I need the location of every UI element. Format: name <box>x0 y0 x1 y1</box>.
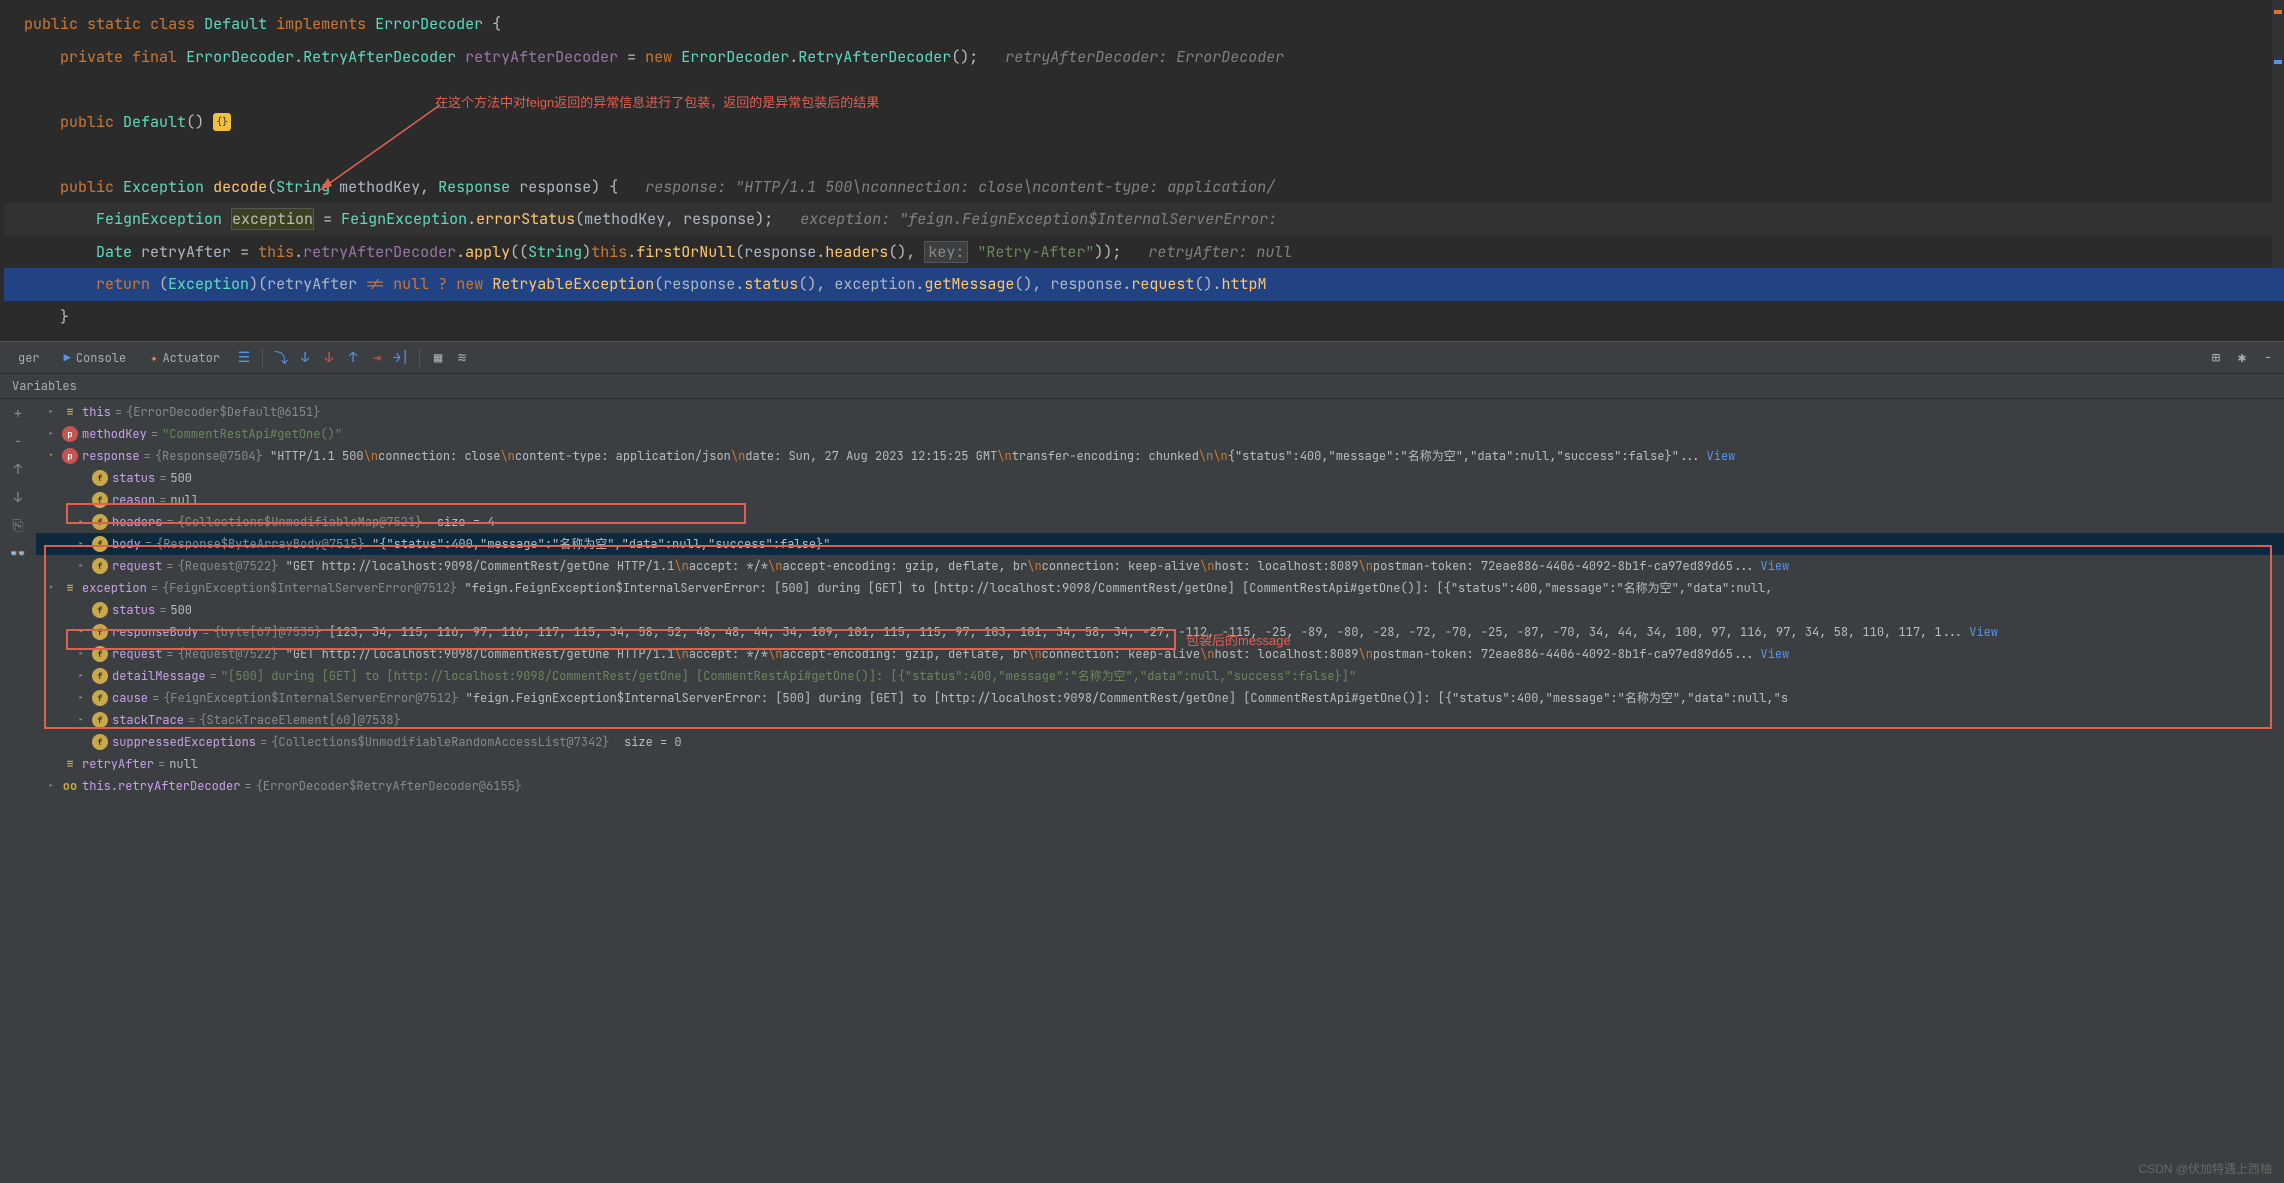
force-step-into-icon[interactable]: ↓ <box>319 348 339 368</box>
var-request2[interactable]: ▸frequest={Request@7522} "GET http://loc… <box>36 643 2284 665</box>
annotation-wrap-message: 在这个方法中对feign返回的异常信息进行了包装，返回的是异常包装后的结果 <box>435 92 879 111</box>
remove-icon[interactable]: − <box>7 431 29 453</box>
down-icon[interactable]: ↓ <box>7 487 29 509</box>
kw-class: class <box>150 14 195 34</box>
var-methodkey[interactable]: ▸pmethodKey="CommentRestApi#getOne()" <box>36 423 2284 445</box>
tab-debugger[interactable]: ger <box>8 346 50 370</box>
debug-left-gutter: + − ↑ ↓ ⎘ 👓 <box>0 399 36 1183</box>
param-hint-key: key: <box>924 241 968 263</box>
kw-public: public <box>24 14 78 34</box>
var-detailmessage[interactable]: ▸fdetailMessage="[500] during [GET] to [… <box>36 665 2284 687</box>
trace-icon[interactable]: ≋ <box>452 348 472 368</box>
gutter-icon[interactable]: {} <box>213 113 231 131</box>
var-exception[interactable]: ▾≡exception={FeignException$InternalServ… <box>36 577 2284 599</box>
variables-header: Variables <box>0 374 2284 399</box>
debug-toolbar: ger ▶Console ✦Actuator ☰ ⤵ ↓ ↓ ↑ ⇥ →| ▦ … <box>0 342 2284 374</box>
copy-icon[interactable]: ⎘ <box>7 515 29 537</box>
var-status[interactable]: fstatus=500 <box>36 467 2284 489</box>
annotation-arrow <box>300 100 450 200</box>
tab-actuator[interactable]: ✦Actuator <box>140 346 230 370</box>
layout-icon[interactable]: ⊞ <box>2206 348 2226 368</box>
annotation-wrapped-message: 包装后的message <box>1186 630 1291 649</box>
var-suppressed[interactable]: fsuppressedExceptions={Collections$Unmod… <box>36 731 2284 753</box>
var-this[interactable]: ▸≡this={ErrorDecoder$Default@6151} <box>36 401 2284 423</box>
var-responsebody[interactable]: ▸fresponseBody={byte[67]@7535} [123, 34,… <box>36 621 2284 643</box>
watermark: CSDN @伏加特遇上西柚 <box>2138 1160 2272 1177</box>
step-over-icon[interactable]: ⤵ <box>271 348 291 368</box>
minimize-icon[interactable]: − <box>2258 348 2278 368</box>
evaluate-icon[interactable]: ▦ <box>428 348 448 368</box>
kw-private: private <box>60 47 123 67</box>
var-headers[interactable]: ▸fheaders={Collections$UnmodifiableMap@7… <box>36 511 2284 533</box>
inline-hint: retryAfterDecoder: ErrorDecoder <box>1005 47 1284 67</box>
var-stacktrace[interactable]: ▸fstackTrace={StackTraceElement[60]@7538… <box>36 709 2284 731</box>
view-link[interactable]: View <box>1707 446 1736 466</box>
var-this-retry[interactable]: ▸oothis.retryAfterDecoder={ErrorDecoder$… <box>36 775 2284 797</box>
glasses-icon[interactable]: 👓 <box>7 543 29 565</box>
var-retryafter[interactable]: ≡retryAfter=null <box>36 753 2284 775</box>
type-default: Default <box>204 14 267 34</box>
kw-final: final <box>132 47 177 67</box>
settings-icon[interactable]: ✱ <box>2232 348 2252 368</box>
run-to-cursor-icon[interactable]: →| <box>391 348 411 368</box>
var-reason[interactable]: freason=null <box>36 489 2284 511</box>
method-decode: decode <box>213 177 267 197</box>
add-watch-icon[interactable]: + <box>7 403 29 425</box>
kw-static: static <box>87 14 141 34</box>
variables-tree[interactable]: ▸≡this={ErrorDecoder$Default@6151} ▸pmet… <box>36 399 2284 1183</box>
var-cause[interactable]: ▸fcause={FeignException$InternalServerEr… <box>36 687 2284 709</box>
kw-implements: implements <box>276 14 366 34</box>
var-body[interactable]: ▸fbody={Response$ByteArrayBody@7515} "{"… <box>36 533 2284 555</box>
up-icon[interactable]: ↑ <box>7 459 29 481</box>
var-request[interactable]: ▸frequest={Request@7522} "GET http://loc… <box>36 555 2284 577</box>
step-into-icon[interactable]: ↓ <box>295 348 315 368</box>
code-editor[interactable]: public static class Default implements E… <box>0 0 2284 341</box>
type-errordecoder: ErrorDecoder <box>375 14 483 34</box>
var-exception-highlight: exception <box>231 208 314 230</box>
debug-panel: ger ▶Console ✦Actuator ☰ ⤵ ↓ ↓ ↑ ⇥ →| ▦ … <box>0 341 2284 1183</box>
drop-frame-icon[interactable]: ⇥ <box>367 348 387 368</box>
step-out-icon[interactable]: ↑ <box>343 348 363 368</box>
var-response[interactable]: ▾presponse={Response@7504} "HTTP/1.1 500… <box>36 445 2284 467</box>
filter-icon[interactable]: ☰ <box>234 348 254 368</box>
tab-console[interactable]: ▶Console <box>54 346 137 370</box>
var-status2[interactable]: fstatus=500 <box>36 599 2284 621</box>
